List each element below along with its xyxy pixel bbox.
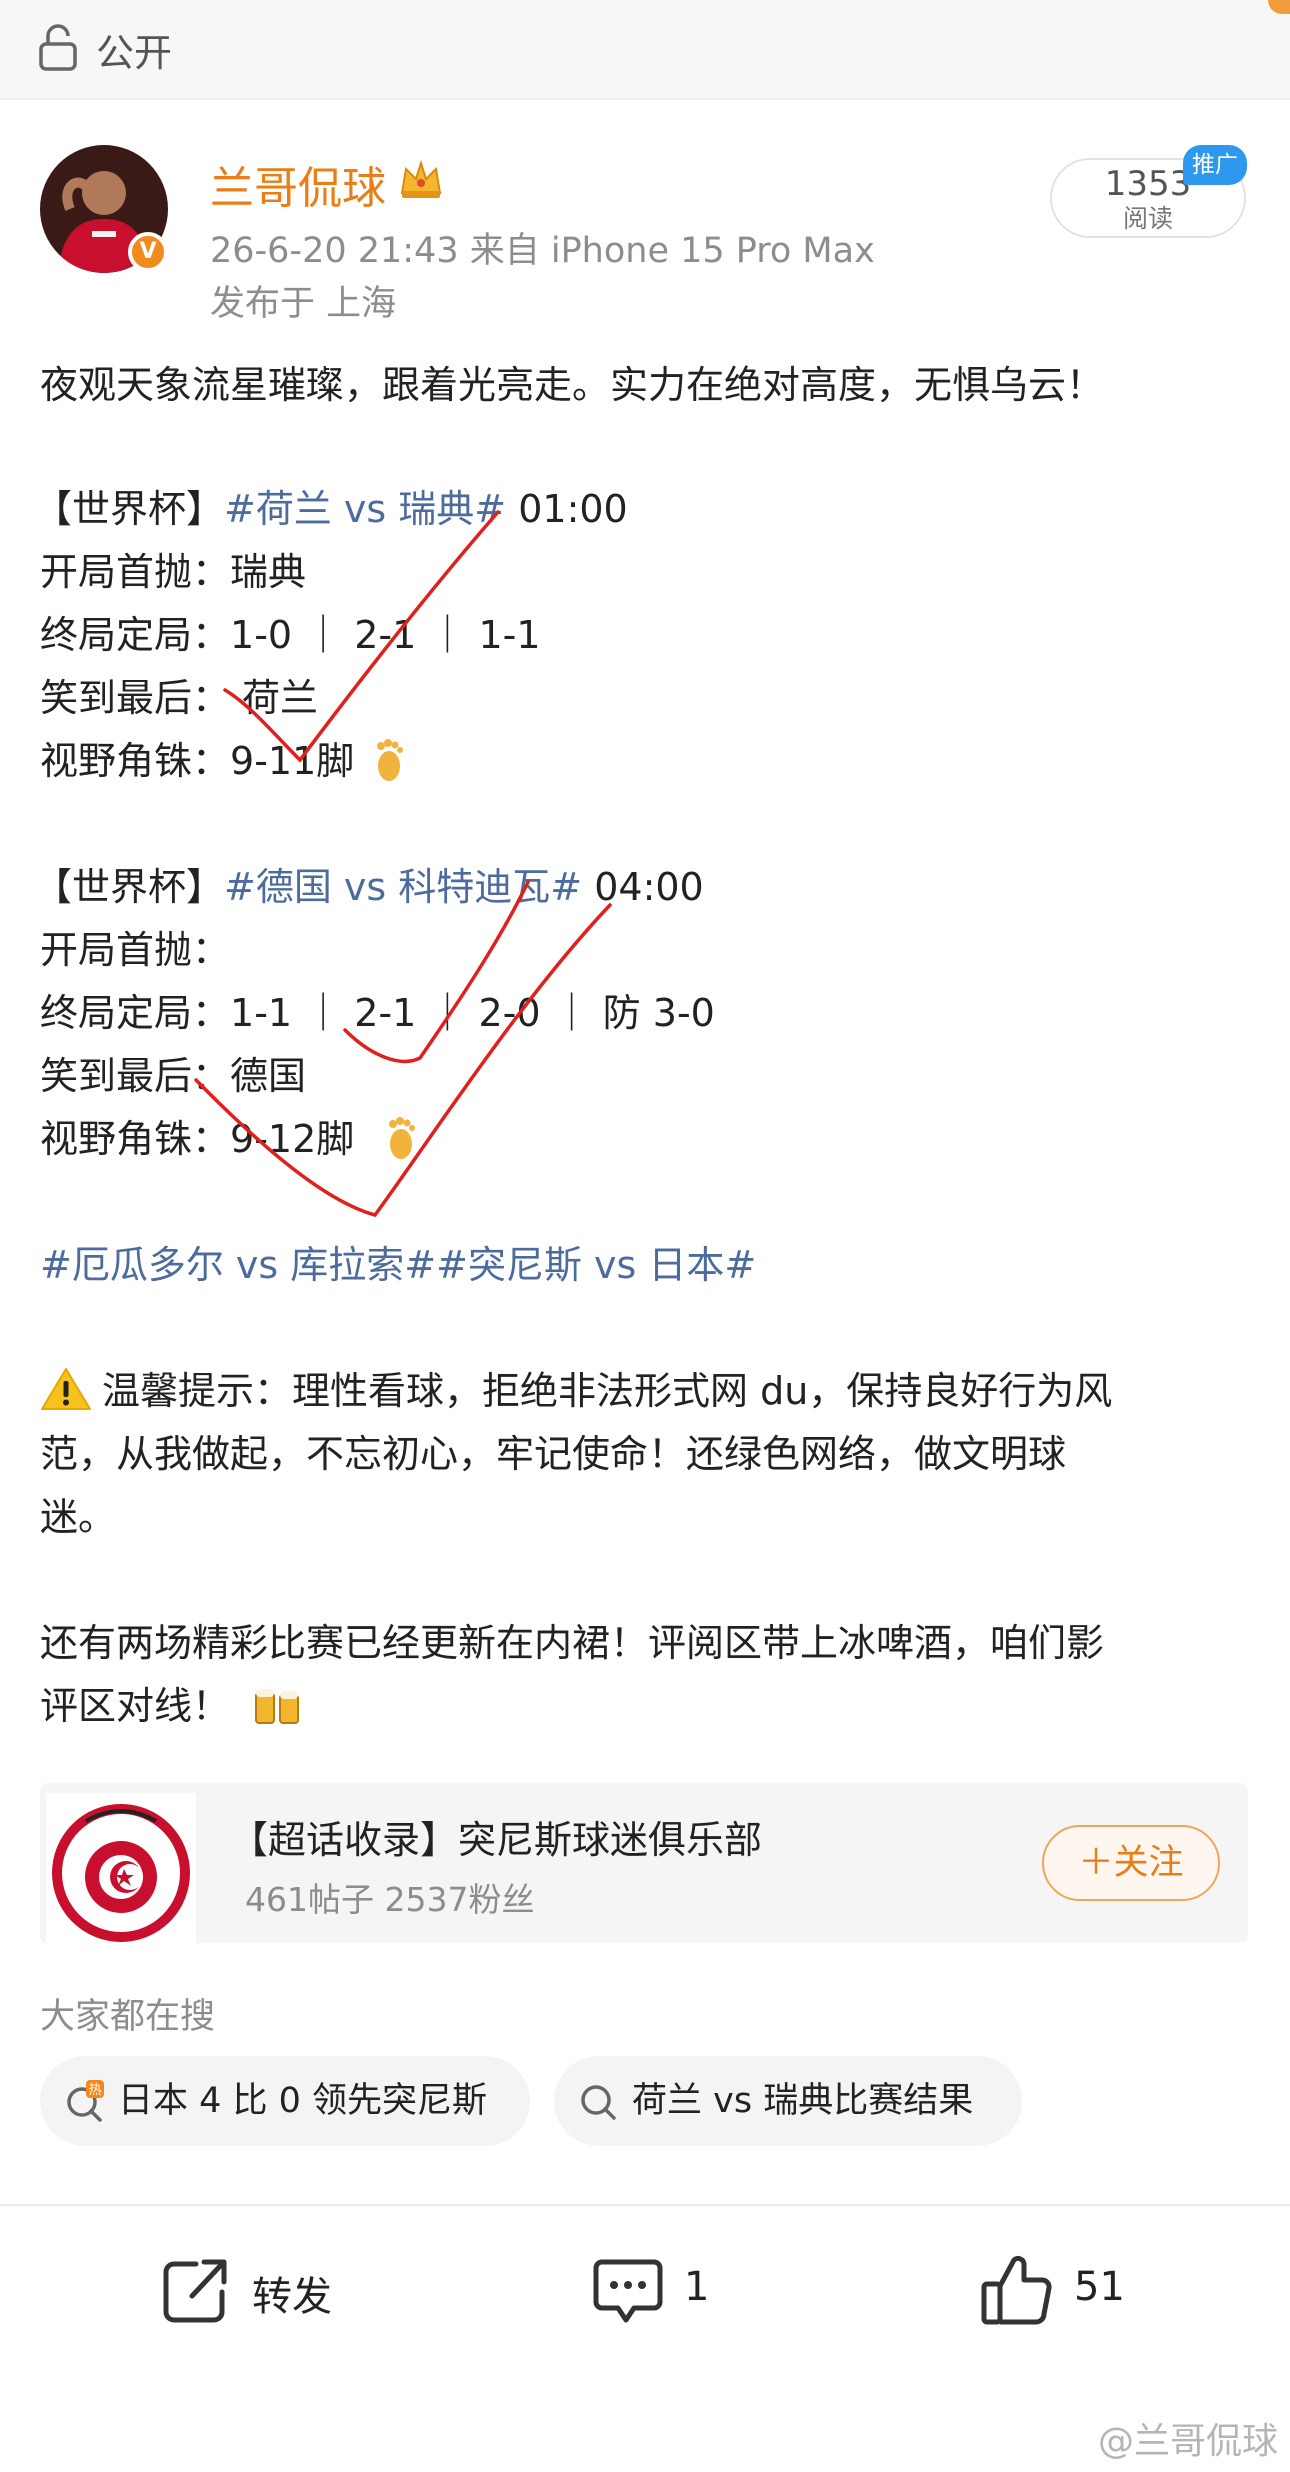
warning-line-2: 范，从我做起，不忘初心，牢记使命！还绿色网络，做文明球 <box>40 1432 1067 1476</box>
topic-card[interactable]: 【超话收录】突尼斯球迷俱乐部 461帖子 2537粉丝 ＋关注 <box>40 1783 1248 1943</box>
watermark: @兰哥侃球 <box>1097 2421 1278 2462</box>
match2-time: 04:00 <box>582 865 704 909</box>
verified-badge: V <box>128 232 168 272</box>
match2-corner: 视野角铢：9-12脚 <box>40 1108 418 1170</box>
repost-button[interactable]: 转发 <box>156 2250 356 2330</box>
comment-count: 1 <box>684 2264 710 2310</box>
comment-icon <box>593 2259 663 2323</box>
lock-icon <box>39 24 77 71</box>
last-value: 荷兰 <box>242 676 319 720</box>
last-label: 笑到最后： <box>40 676 231 720</box>
hashtags-line[interactable]: #厄瓜多尔 vs 库拉索##突尼斯 vs 日本# <box>40 1234 756 1296</box>
match2-final: 终局定局：1-1 ｜ 2-1 ｜ 2-0 ｜ 防 3-0 <box>40 982 715 1044</box>
read-label: 阅读 <box>1122 204 1173 233</box>
match2-header: 【世界杯】#德国 vs 科特迪瓦# 04:00 <box>34 856 704 918</box>
like-button[interactable]: 51 <box>978 2250 1158 2330</box>
warning-line-1: 温馨提示：理性看球，拒绝非法形式网 du，保持良好行为风 <box>40 1360 1112 1422</box>
final-label: 终局定局： <box>40 991 231 1035</box>
match2-last: 笑到最后：德国 <box>40 1045 306 1107</box>
corner-accent <box>1268 0 1290 14</box>
like-count: 51 <box>1074 2264 1125 2310</box>
post-time-source: 26-6-20 21:43 来自 iPhone 15 Pro Max <box>210 231 875 271</box>
final-label: 终局定局： <box>40 613 231 657</box>
foot-icon <box>389 1117 416 1159</box>
comment-button[interactable]: 1 <box>588 2250 748 2330</box>
topic-title: 【超话收录】突尼斯球迷俱乐部 <box>230 1818 763 1862</box>
corner-label: 视野角铢： <box>40 739 231 783</box>
match2-kickoff: 开局首抛： <box>40 919 230 981</box>
closing-line-1: 还有两场精彩比赛已经更新在内裙！评阅区带上冰啤酒，咱们影 <box>40 1621 1105 1665</box>
match1-header: 【世界杯】#荷兰 vs 瑞典# 01:00 <box>34 478 628 540</box>
match2-hashtag[interactable]: #德国 vs 科特迪瓦# <box>224 865 582 909</box>
search-chip-1[interactable]: 热 日本 4 比 0 领先突尼斯 <box>40 2056 530 2146</box>
final-value: 1-0 ｜ 2-1 ｜ 1-1 <box>230 613 541 657</box>
author-name[interactable]: 兰哥侃球 <box>210 152 386 216</box>
corner-value: 9-11脚 <box>230 739 355 783</box>
search-chip-2[interactable]: 荷兰 vs 瑞典比赛结果 <box>554 2056 1022 2146</box>
match1-prefix: 【世界杯】 <box>34 487 225 531</box>
post-intro: 夜观天象流星璀璨，跟着光亮走。实力在绝对高度，无惧乌云！ <box>40 363 1105 407</box>
repost-label: 转发 <box>252 2274 332 2320</box>
final-value: 1-1 ｜ 2-1 ｜ 2-0 ｜ 防 3-0 <box>230 991 715 1035</box>
trending-search-heading: 大家都在搜 <box>40 1997 216 2037</box>
closing-line-2: 评区对线！ <box>40 1675 304 1737</box>
match1-final: 终局定局：1-0 ｜ 2-1 ｜ 1-1 <box>40 604 541 666</box>
match2-prefix: 【世界杯】 <box>34 865 225 909</box>
corner-label: 视野角铢： <box>40 1117 231 1161</box>
search-chip-2-label: 荷兰 vs 瑞典比赛结果 <box>632 2081 974 2121</box>
warning-text-1: 温馨提示：理性看球，拒绝非法形式网 du，保持良好行为风 <box>102 1369 1113 1413</box>
warning-line-3: 迷。 <box>40 1495 117 1539</box>
foot-icon <box>377 739 404 781</box>
closing-text-2: 评区对线！ <box>40 1684 231 1728</box>
visibility-label[interactable]: 公开 <box>96 22 172 77</box>
match1-last: 笑到最后： 荷兰 <box>40 667 318 729</box>
share-icon <box>163 2259 227 2323</box>
beer-icon <box>255 1689 300 1724</box>
follow-button[interactable]: ＋关注 <box>1042 1825 1220 1901</box>
thumbs-up-icon <box>981 2255 1052 2325</box>
last-label: 笑到最后： <box>40 1054 231 1098</box>
promote-badge[interactable]: 推广 <box>1183 145 1247 185</box>
warning-icon <box>41 1368 91 1410</box>
topic-stats: 461帖子 2537粉丝 <box>245 1880 535 1919</box>
search-chip-1-label: 日本 4 比 0 领先突尼斯 <box>118 2081 488 2121</box>
kickoff-value: 瑞典 <box>230 550 307 594</box>
corner-value: 9-12脚 <box>230 1117 355 1161</box>
tunisia-federation-logo <box>46 1793 196 1943</box>
match1-kickoff: 开局首抛：瑞典 <box>40 541 306 603</box>
crown-icon <box>400 159 442 198</box>
bottom-action-bar: 转发 1 51 @兰哥侃球 <box>0 2204 1290 2472</box>
svg-text:热: 热 <box>88 2083 101 2098</box>
kickoff-label: 开局首抛： <box>40 928 231 972</box>
last-value: 德国 <box>230 1054 307 1098</box>
hot-search-icon: 热 <box>67 2080 104 2122</box>
top-bar: 公开 <box>0 0 1290 100</box>
match1-hashtag[interactable]: #荷兰 vs 瑞典# <box>224 487 506 531</box>
post-location: 发布于 上海 <box>210 284 397 324</box>
search-icon <box>581 2085 616 2120</box>
kickoff-label: 开局首抛： <box>40 550 231 594</box>
match1-corner: 视野角铢：9-11脚 <box>40 730 406 792</box>
match1-time: 01:00 <box>506 487 628 531</box>
